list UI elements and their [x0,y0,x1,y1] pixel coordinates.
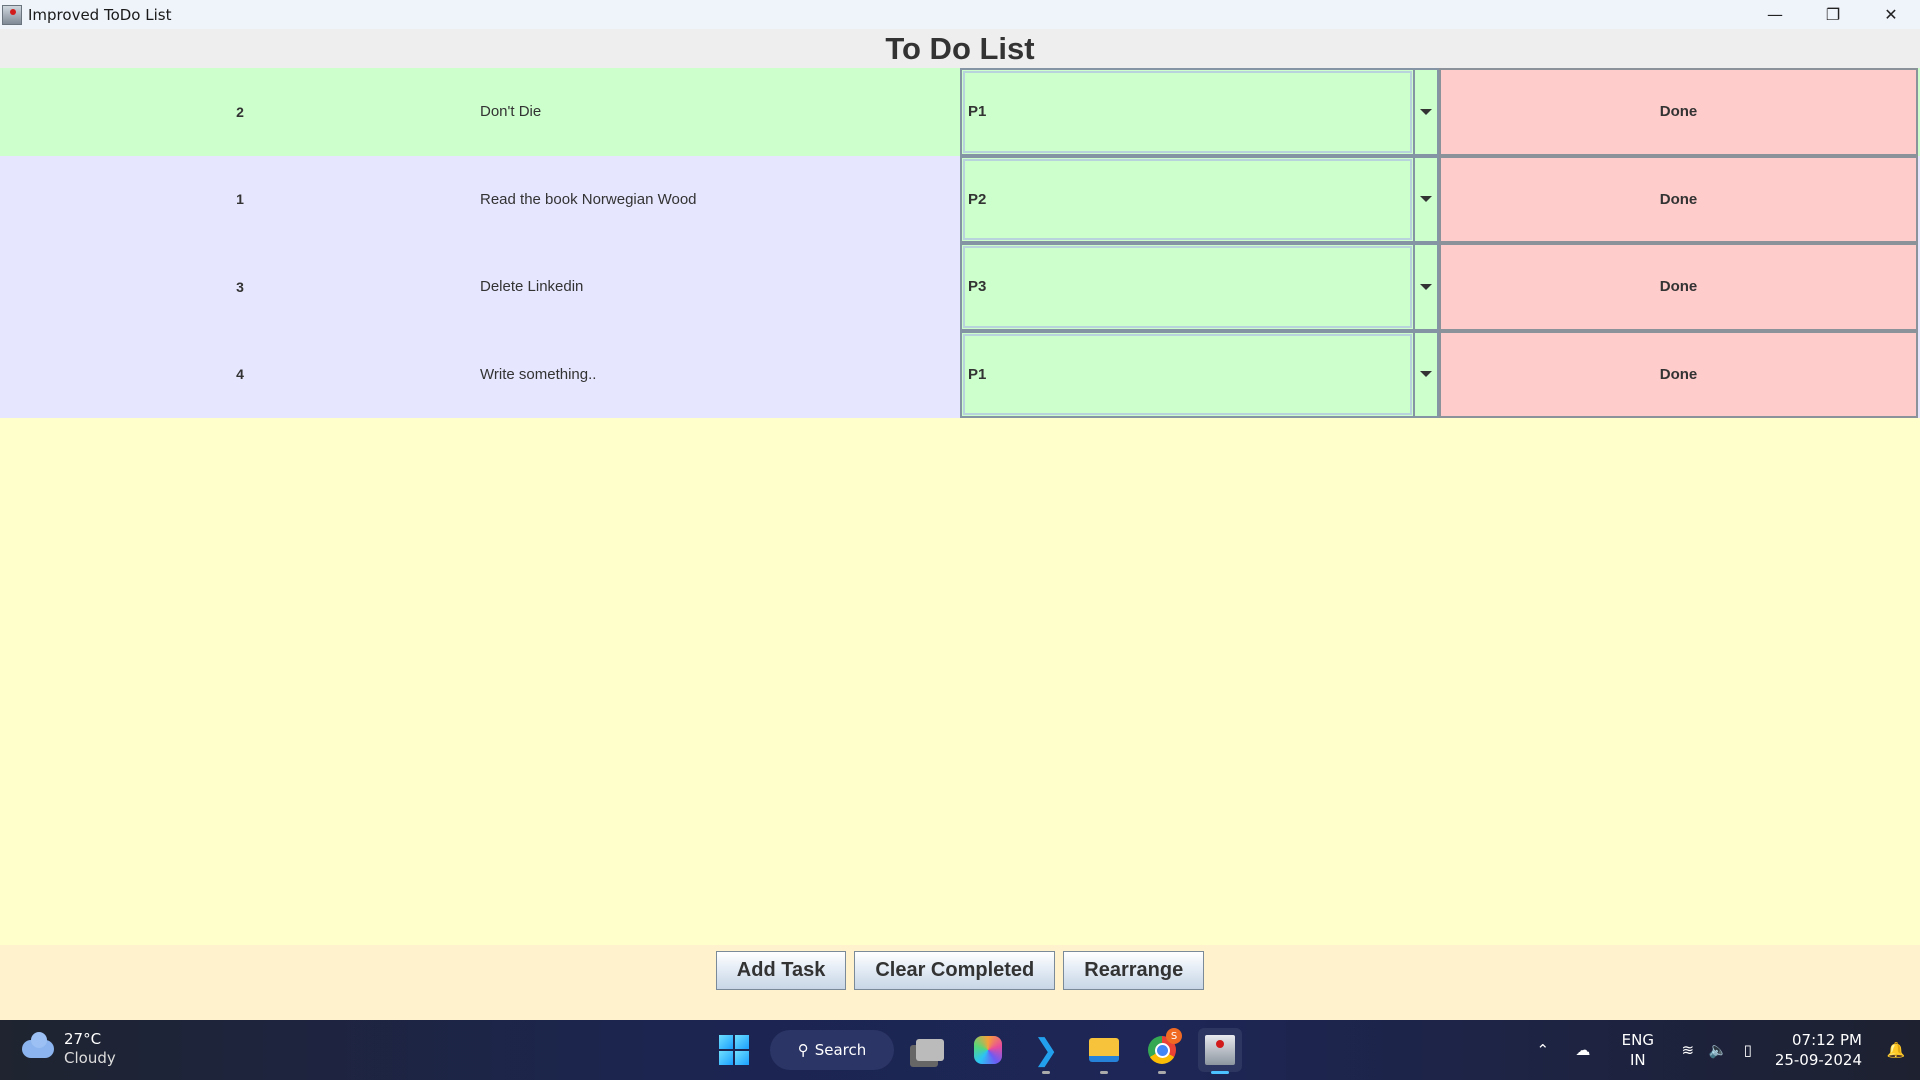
chevron-up-icon: ⌃ [1536,1041,1550,1059]
page-title: To Do List [885,30,1035,66]
task-number: 1 [236,191,244,208]
region-code: IN [1629,1051,1646,1069]
vscode-button[interactable]: ❯ [1024,1028,1068,1074]
java-app-icon [2,4,22,25]
onedrive-cloud-icon: ☁ [1575,1041,1591,1059]
clock[interactable]: 07:12 PM 25-09-2024 [1775,1030,1862,1070]
caret-down-icon [1420,283,1432,290]
priority-value: P2 [963,158,1412,240]
close-button[interactable]: ✕ [1862,0,1920,29]
battery-icon[interactable]: ▯ [1733,1041,1763,1059]
empty-list-area [0,418,1920,945]
dropdown-arrow-button[interactable] [1413,157,1437,241]
task-text: Read the book Norwegian Wood [480,190,697,208]
priority-value: P1 [963,333,1412,415]
search-label: Search [814,1041,867,1059]
taskbar: 27°C Cloudy ⚲ Search ❯ S ⌃ ☁ ENG IN ≋ 🔈 [0,1020,1920,1080]
restore-icon: ❐ [1825,5,1841,24]
weather-temperature: 27°C [64,1030,102,1048]
task-number: 3 [236,278,244,295]
task-number: 2 [236,103,244,120]
task-list: 2 Don't Die P1 Done 1 Read the book Norw… [0,68,1920,418]
priority-dropdown[interactable]: P2 [960,155,1439,243]
clear-completed-button[interactable]: Clear Completed [854,951,1056,990]
add-task-button[interactable]: Add Task [715,951,847,990]
date: 25-09-2024 [1774,1051,1862,1069]
wifi-icon[interactable]: ≋ [1673,1041,1703,1059]
rearrange-button[interactable]: Rearrange [1063,951,1205,990]
dropdown-arrow-button[interactable] [1413,245,1437,329]
system-tray: ⌃ ☁ ENG IN ≋ 🔈 ▯ 07:12 PM 25-09-2024 🔔 [1523,1020,1920,1080]
java-app-taskbar-button[interactable] [1198,1028,1242,1074]
time: 07:12 PM [1792,1031,1862,1049]
caret-down-icon [1420,108,1432,115]
button-bar: Add Task Clear Completed Rearrange [0,945,1920,1020]
file-explorer-button[interactable] [1082,1028,1126,1074]
caret-down-icon [1420,196,1432,203]
language-code: ENG [1621,1031,1654,1049]
task-number: 4 [236,366,244,383]
chrome-button[interactable]: S [1140,1028,1184,1074]
title-bar: Improved ToDo List — ❐ ✕ [0,0,1920,29]
task-text: Delete Linkedin [480,278,584,296]
search-icon: ⚲ [797,1041,809,1059]
priority-dropdown[interactable]: P3 [960,243,1439,331]
priority-value: P3 [963,246,1412,328]
onedrive-button[interactable]: ☁ [1563,1041,1603,1059]
taskbar-search[interactable]: ⚲ Search [770,1030,894,1070]
windows-logo-icon [719,1035,749,1065]
done-button[interactable]: Done [1439,330,1918,418]
done-button[interactable]: Done [1439,243,1918,331]
task-row: 3 Delete Linkedin P3 Done [0,243,1920,331]
task-text: Write something.. [480,365,597,383]
close-icon: ✕ [1884,5,1898,24]
show-hidden-icons-button[interactable]: ⌃ [1523,1041,1563,1059]
restore-button[interactable]: ❐ [1804,0,1862,29]
task-view-icon [916,1039,944,1061]
dropdown-arrow-button[interactable] [1413,332,1437,416]
task-text: Don't Die [480,103,542,121]
start-button[interactable] [712,1028,756,1072]
priority-value: P1 [963,71,1412,153]
task-row: 1 Read the book Norwegian Wood P2 Done [0,155,1920,243]
minimize-button[interactable]: — [1746,0,1804,29]
weather-condition: Cloudy [64,1049,116,1067]
profile-badge: S [1166,1028,1182,1044]
vscode-icon: ❯ [1033,1032,1059,1068]
notifications-button[interactable]: 🔔 [1878,1041,1914,1059]
done-button[interactable]: Done [1439,155,1918,243]
task-row: 2 Don't Die P1 Done [0,68,1920,156]
language-indicator[interactable]: ENG IN [1613,1030,1663,1070]
copilot-button[interactable] [966,1028,1010,1072]
task-view-button[interactable] [908,1028,952,1072]
dropdown-arrow-button[interactable] [1413,70,1437,154]
cloud-icon [22,1032,54,1058]
weather-widget[interactable]: 27°C Cloudy [22,1030,116,1068]
header: To Do List [0,29,1920,68]
folder-icon [1089,1038,1119,1062]
window-title: Improved ToDo List [28,5,172,24]
volume-icon[interactable]: 🔈 [1703,1041,1733,1059]
copilot-icon [974,1036,1002,1064]
priority-dropdown[interactable]: P1 [960,68,1439,156]
bell-icon: 🔔 [1886,1041,1906,1059]
taskbar-apps: ⚲ Search ❯ S [712,1026,1242,1074]
caret-down-icon [1420,371,1432,378]
window-controls: — ❐ ✕ [1746,0,1920,29]
minimize-icon: — [1767,5,1783,24]
priority-dropdown[interactable]: P1 [960,330,1439,418]
done-button[interactable]: Done [1439,68,1918,156]
java-app-icon [1205,1035,1235,1065]
task-row: 4 Write something.. P1 Done [0,330,1920,418]
